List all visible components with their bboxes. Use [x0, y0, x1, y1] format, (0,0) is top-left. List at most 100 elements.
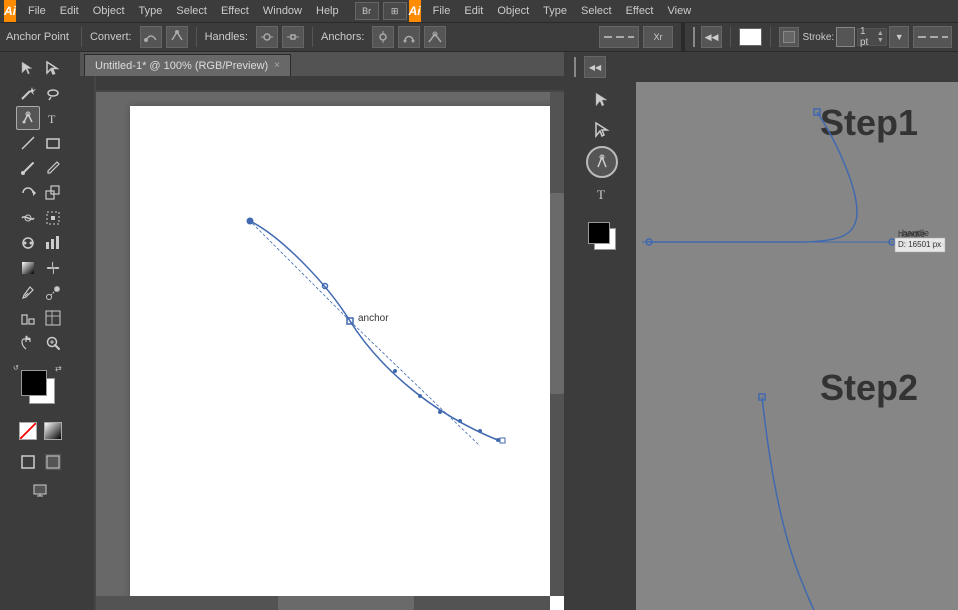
menu-edit-left[interactable]: Edit [54, 3, 85, 19]
warp-tool[interactable] [16, 206, 40, 230]
none-swatch[interactable] [16, 419, 40, 443]
square-btn[interactable] [779, 27, 798, 47]
reset-colors-icon[interactable]: ↺ [13, 364, 23, 374]
graph-tool[interactable] [41, 231, 65, 255]
horizontal-scrollbar[interactable] [96, 596, 550, 610]
menu-type-right[interactable]: Type [537, 3, 573, 19]
document-tab[interactable]: Untitled-1* @ 100% (RGB/Preview) × [84, 54, 291, 76]
right-pen-tool[interactable] [586, 146, 618, 178]
paintbrush-tool[interactable] [16, 156, 40, 180]
rect-tool[interactable] [41, 131, 65, 155]
handle-btn-1[interactable] [256, 26, 278, 48]
fullscreen-view-icon[interactable] [41, 450, 65, 474]
magic-wand-tool[interactable] [16, 81, 40, 105]
ruler-vertical [80, 76, 96, 610]
menu-file-right[interactable]: File [427, 3, 457, 19]
anchor-btn-2[interactable] [398, 26, 420, 48]
anchors-label: Anchors: [321, 31, 364, 43]
menu-edit-right[interactable]: Edit [458, 3, 489, 19]
tool-row-5 [16, 156, 65, 180]
menu-type-left[interactable]: Type [133, 3, 169, 19]
ai-logo-right: Ai [409, 0, 421, 22]
zoom-tool[interactable] [41, 331, 65, 355]
tool-row-2 [16, 81, 65, 105]
right-direct-select-tool[interactable] [588, 116, 616, 144]
slice-tool[interactable] [41, 306, 65, 330]
scale-tool[interactable] [41, 181, 65, 205]
lasso-tool[interactable] [41, 81, 65, 105]
left-workspace: Untitled-1* @ 100% (RGB/Preview) × [80, 52, 564, 610]
right-selection-tool[interactable] [588, 86, 616, 114]
horizontal-scroll-thumb[interactable] [278, 596, 414, 610]
tool-row-11 [16, 306, 65, 330]
svg-text:D: 16501 px: D: 16501 px [898, 240, 941, 249]
right-fg-swatch[interactable] [588, 222, 610, 244]
svg-text:handle: handle [898, 229, 925, 239]
stroke-options-btn[interactable]: ▼ [889, 26, 910, 48]
arrange-icon[interactable]: ⊞ [383, 2, 407, 20]
right-dash-btn[interactable] [913, 26, 952, 48]
tool-row-8 [16, 231, 65, 255]
menu-view-right[interactable]: View [662, 3, 698, 19]
gradient-tool[interactable] [16, 256, 40, 280]
stroke-width-input[interactable]: 1 pt ▲ ▼ [857, 28, 887, 46]
mesh-tool[interactable] [41, 256, 65, 280]
menu-object-left[interactable]: Object [87, 3, 131, 19]
blend-tool[interactable] [41, 281, 65, 305]
right-sep-1 [730, 27, 731, 47]
anchor-btn-1[interactable] [372, 26, 394, 48]
menu-select-left[interactable]: Select [170, 3, 213, 19]
opacity-btn[interactable]: Xr [643, 26, 673, 48]
stroke-color-swatch[interactable] [836, 27, 855, 47]
main-area: T [0, 52, 958, 610]
direct-selection-tool[interactable] [41, 56, 65, 80]
canvas-area[interactable]: anchor [80, 76, 564, 610]
column-graph-tool[interactable] [16, 306, 40, 330]
right-nav-back[interactable]: ◀◀ [584, 56, 606, 78]
tool-row-3: T [16, 106, 65, 130]
right-panel-toolbar: ◀◀ [568, 52, 958, 82]
selection-tool[interactable] [16, 56, 40, 80]
right-sep-2 [770, 27, 771, 47]
options-toolbar: Anchor Point Convert: Handles: Anchors: … [0, 22, 958, 52]
right-type-tool[interactable]: T [588, 180, 616, 208]
fill-swatch[interactable] [739, 28, 762, 46]
vertical-scrollbar[interactable] [550, 92, 564, 596]
symbol-tool[interactable] [16, 231, 40, 255]
convert-smooth-btn[interactable] [140, 26, 162, 48]
rotate-tool[interactable] [16, 181, 40, 205]
svg-text:T: T [48, 112, 56, 126]
free-transform-tool[interactable] [41, 206, 65, 230]
tool-row-9 [16, 256, 65, 280]
anchor-btn-3[interactable] [424, 26, 446, 48]
vertical-scroll-thumb[interactable] [550, 193, 564, 395]
menu-effect-left[interactable]: Effect [215, 3, 255, 19]
nav-back-btn[interactable]: ◀◀ [701, 26, 722, 48]
line-tool[interactable] [16, 131, 40, 155]
normal-view-icon[interactable] [16, 450, 40, 474]
foreground-color-swatch[interactable] [21, 370, 47, 396]
convert-corner-btn[interactable] [166, 26, 188, 48]
change-screen-icon[interactable] [28, 477, 52, 501]
gradient-swatch[interactable] [41, 419, 65, 443]
tab-close-btn[interactable]: × [274, 60, 280, 71]
menu-effect-right[interactable]: Effect [620, 3, 660, 19]
type-tool[interactable]: T [41, 106, 65, 130]
hand-tool[interactable] [16, 331, 40, 355]
view-mode-row [16, 450, 65, 474]
pen-tool[interactable] [16, 106, 40, 130]
ai-logo-left: Ai [4, 0, 16, 22]
menu-window-left[interactable]: Window [257, 3, 308, 19]
swap-colors-icon[interactable]: ⇄ [55, 364, 65, 374]
change-screen-row [28, 477, 52, 501]
menu-select-right[interactable]: Select [575, 3, 618, 19]
browser-icon[interactable]: Br [355, 2, 379, 20]
menu-file-left[interactable]: File [22, 3, 52, 19]
stroke-dash-btn[interactable] [599, 26, 639, 48]
pencil-tool[interactable] [41, 156, 65, 180]
menu-object-right[interactable]: Object [491, 3, 535, 19]
eyedropper-tool[interactable] [16, 281, 40, 305]
menu-help-left[interactable]: Help [310, 3, 345, 19]
handle-btn-2[interactable] [282, 26, 304, 48]
menubar-left: Ai File Edit Object Type Select Effect W… [0, 0, 958, 22]
